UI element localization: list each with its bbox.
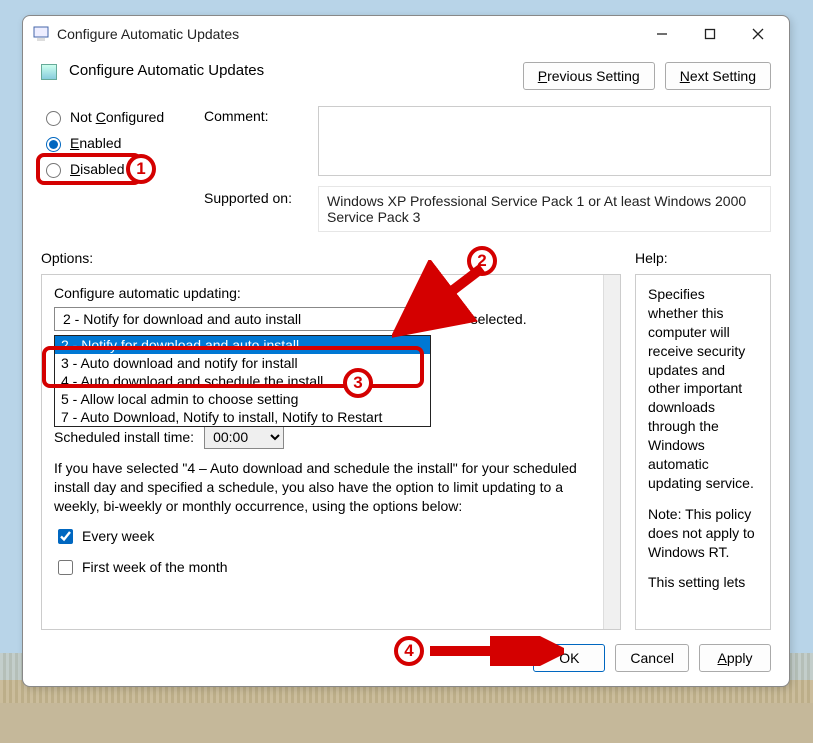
radio-not-configured[interactable]: Not Configured — [41, 108, 196, 126]
help-text: Note: This policy does not apply to Wind… — [648, 505, 758, 562]
supported-on-value: Windows XP Professional Service Pack 1 o… — [318, 186, 771, 232]
titlebar: Configure Automatic Updates — [23, 16, 789, 52]
radio-enabled[interactable]: Enabled — [41, 134, 196, 152]
options-blurb: If you have selected "4 – Auto download … — [54, 459, 608, 516]
dropdown-item[interactable]: 4 - Auto download and schedule the insta… — [55, 372, 430, 390]
help-label: Help: — [635, 250, 771, 266]
options-note: if 4 is selected. — [434, 311, 608, 327]
window-title: Configure Automatic Updates — [57, 26, 647, 42]
checkbox-every-week[interactable]: Every week — [54, 526, 608, 547]
radio-disabled[interactable]: Disabled — [41, 160, 196, 178]
gpo-dialog-window: Configure Automatic Updates Configure Au… — [22, 15, 790, 687]
dropdown-item[interactable]: 7 - Auto Download, Notify to install, No… — [55, 408, 430, 426]
sched-time-label: Scheduled install time: — [54, 429, 194, 445]
app-icon — [33, 26, 49, 42]
dropdown-item[interactable]: 2 - Notify for download and auto install — [55, 336, 430, 354]
maximize-button[interactable] — [695, 22, 725, 46]
options-panel: Configure automatic updating: 2 - Notify… — [41, 274, 621, 630]
dropdown-item[interactable]: 5 - Allow local admin to choose setting — [55, 390, 430, 408]
sched-time-combobox[interactable]: 00:00 — [204, 425, 284, 449]
options-label: Options: — [41, 250, 621, 266]
apply-button[interactable]: Apply — [699, 644, 771, 672]
options-scrollbar-thumb[interactable] — [605, 276, 619, 396]
dropdown-item[interactable]: 3 - Auto download and notify for install — [55, 354, 430, 372]
config-updating-dropdown-list: 2 - Notify for download and auto install… — [54, 335, 431, 427]
cancel-button[interactable]: Cancel — [615, 644, 689, 672]
policy-icon — [41, 64, 57, 80]
supported-on-label: Supported on: — [204, 186, 314, 206]
config-updating-combobox[interactable]: 2 - Notify for download and auto install — [54, 307, 414, 331]
checkbox-first-week[interactable]: First week of the month — [54, 557, 608, 578]
policy-title: Configure Automatic Updates — [69, 62, 511, 79]
minimize-button[interactable] — [647, 22, 677, 46]
previous-setting-button[interactable]: Previous Setting — [523, 62, 655, 90]
help-text: This setting lets — [648, 573, 758, 592]
help-panel: Specifies whether this computer will rec… — [635, 274, 771, 630]
config-updating-label: Configure automatic updating: — [54, 285, 608, 301]
comment-textarea[interactable] — [318, 106, 771, 176]
close-button[interactable] — [743, 22, 773, 46]
help-text: Specifies whether this computer will rec… — [648, 285, 758, 493]
ok-button[interactable]: OK — [533, 644, 605, 672]
comment-label: Comment: — [204, 106, 314, 176]
next-setting-button[interactable]: Next Setting — [665, 62, 771, 90]
